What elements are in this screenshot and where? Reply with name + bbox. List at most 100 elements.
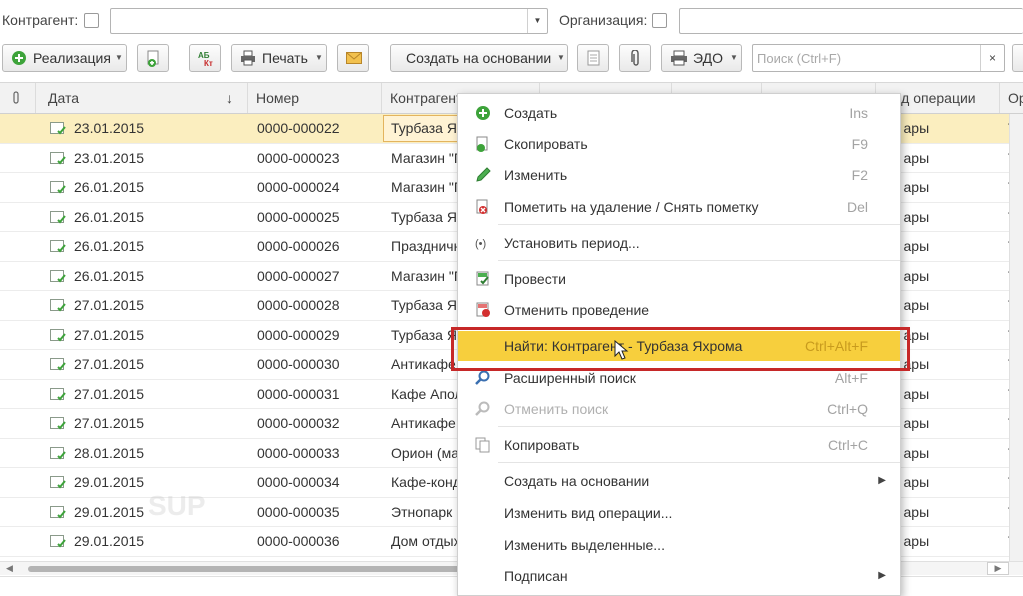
number-column-header[interactable]: Номер xyxy=(248,83,382,113)
counterparty-filter-checkbox[interactable] xyxy=(84,13,99,28)
menu-item[interactable]: Отменить поиск Ctrl+Q xyxy=(458,394,900,424)
printer-icon xyxy=(241,50,255,66)
copy-clipboard-icon xyxy=(475,437,490,453)
cell-counterparty: Антикафе xyxy=(391,356,456,372)
copy-button[interactable] xyxy=(137,44,169,72)
cell-operation-type: Товары xyxy=(903,415,930,431)
cell-operation-type: Товары xyxy=(903,326,930,343)
document-posted-icon xyxy=(50,269,66,282)
search-input[interactable]: Поиск (Ctrl+F) × xyxy=(752,44,1005,72)
highlight-annotation-frame xyxy=(451,327,910,371)
menu-item-label: Отменить поиск xyxy=(504,401,609,417)
scroll-right-icon[interactable]: ▶ xyxy=(987,562,1009,575)
menu-item[interactable]: Провести xyxy=(458,264,900,294)
clear-search-icon[interactable]: × xyxy=(980,45,1004,71)
organization-filter-checkbox[interactable] xyxy=(652,13,667,28)
cell-counterparty: Турбаза Яхрома xyxy=(391,208,457,225)
plus-circle-icon xyxy=(476,106,490,120)
edo-printer-icon xyxy=(671,50,687,66)
cell-operation-type: Товары xyxy=(903,208,930,225)
document-posted-icon xyxy=(50,417,66,430)
attachments-button[interactable] xyxy=(619,44,651,72)
menu-item[interactable]: Скопировать F9 xyxy=(458,129,900,159)
mouse-cursor-icon xyxy=(614,340,629,360)
menu-item[interactable]: Отменить проведение xyxy=(458,295,900,325)
cell-counterparty: Дом отдых xyxy=(391,533,457,549)
cell-counterparty: Турбаза Яхрома xyxy=(391,120,457,136)
cell-number: 0000-000023 xyxy=(257,149,340,166)
svg-text:(•): (•) xyxy=(475,238,486,250)
menu-item-label: Установить период... xyxy=(504,235,640,251)
cell-number: 0000-000030 xyxy=(257,356,340,372)
document-posted-icon xyxy=(50,446,66,459)
document-posted-icon xyxy=(50,328,66,341)
document-button[interactable] xyxy=(577,44,609,72)
create-based-on-button[interactable]: Создать на основании ▼ xyxy=(390,44,568,72)
menu-item[interactable]: Изменить вид операции... xyxy=(458,498,900,528)
menu-item-label: Провести xyxy=(504,271,566,287)
menu-item-label: Подписан xyxy=(504,568,568,584)
menu-item[interactable]: Подписан ▶ xyxy=(458,561,900,591)
advanced-search-icon xyxy=(475,370,490,385)
edo-button[interactable]: ЭДО ▼ xyxy=(661,44,742,72)
chevron-down-icon[interactable]: ▼ xyxy=(527,9,547,33)
menu-item[interactable]: Пометить на удаление / Снять пометку Del xyxy=(458,192,900,222)
print-button[interactable]: Печать ▼ xyxy=(231,44,327,72)
email-button[interactable] xyxy=(337,44,369,72)
document-posted-icon xyxy=(50,476,66,489)
copy-doc-icon xyxy=(476,136,488,152)
cell-number: 0000-000036 xyxy=(257,533,340,549)
menu-item[interactable]: Изменить выделенные... xyxy=(458,530,900,560)
sort-down-icon[interactable]: ↓ xyxy=(226,83,233,113)
post-doc-icon xyxy=(476,271,489,286)
attachment-column-header[interactable] xyxy=(0,83,36,113)
menu-item-label: Пометить на удаление / Снять пометку xyxy=(504,199,759,215)
menu-item-shortcut: Del xyxy=(846,199,868,215)
scroll-left-icon[interactable]: ◀ xyxy=(6,563,13,574)
cell-operation-type: Товары xyxy=(903,533,930,549)
cell-date: 29.01.2015 xyxy=(74,503,145,520)
menu-item-shortcut: F2 xyxy=(851,167,868,183)
cell-counterparty: Турбаза Яхрома xyxy=(391,297,457,313)
organization-header-label: Ор xyxy=(1008,90,1023,106)
cell-operation-type: Товары xyxy=(903,238,930,254)
scroll-thumb[interactable] xyxy=(28,566,468,572)
more-button[interactable] xyxy=(1012,44,1023,72)
cell-number: 0000-000027 xyxy=(257,267,340,284)
date-column-header[interactable]: Дата ↓ xyxy=(36,83,248,113)
vertical-scrollbar[interactable] xyxy=(1009,114,1023,561)
cell-date: 23.01.2015 xyxy=(74,149,145,166)
menu-item[interactable]: (•) Установить период... xyxy=(458,228,900,258)
cell-date: 26.01.2015 xyxy=(74,238,145,254)
organization-column-header[interactable]: Ор xyxy=(1000,83,1023,113)
menu-item-shortcut: Ctrl+C xyxy=(827,437,868,453)
spell-check-button[interactable]: АБ Кт xyxy=(189,44,221,72)
cell-date: 26.01.2015 xyxy=(74,208,145,225)
cell-counterparty: Этнопарк xyxy=(391,503,453,520)
cell-number: 0000-000026 xyxy=(257,238,340,254)
document-icon xyxy=(587,50,600,66)
menu-item[interactable]: Изменить F2 xyxy=(458,160,900,190)
menu-item-shortcut: Ins xyxy=(849,105,868,121)
menu-item[interactable]: Создать на основании ▶ xyxy=(458,466,900,496)
document-posted-icon xyxy=(50,122,66,135)
cell-date: 28.01.2015 xyxy=(74,444,145,461)
organization-filter-label: Организация: xyxy=(559,12,648,28)
counterparty-filter-field[interactable]: ▼ xyxy=(110,8,548,34)
document-posted-icon xyxy=(50,210,66,223)
document-posted-icon xyxy=(50,505,66,518)
menu-item-label: Создать xyxy=(504,105,558,121)
cell-date: 27.01.2015 xyxy=(74,356,145,372)
cell-number: 0000-000028 xyxy=(257,297,340,313)
delete-mark-icon xyxy=(476,199,488,214)
menu-item[interactable]: Копировать Ctrl+C xyxy=(458,430,900,460)
edo-button-label: ЭДО xyxy=(693,50,723,66)
organization-filter-field[interactable] xyxy=(679,8,1023,34)
realization-button[interactable]: Реализация ▼ xyxy=(2,44,127,72)
cell-operation-type: Товары xyxy=(903,385,930,402)
cell-counterparty: Турбаза Яхрома xyxy=(391,326,457,343)
cell-operation-type: Товары xyxy=(903,474,930,490)
menu-item[interactable]: Создать Ins xyxy=(458,98,900,128)
chevron-down-icon: ▼ xyxy=(557,53,565,62)
counterparty-header-label: Контрагент xyxy=(390,90,463,106)
